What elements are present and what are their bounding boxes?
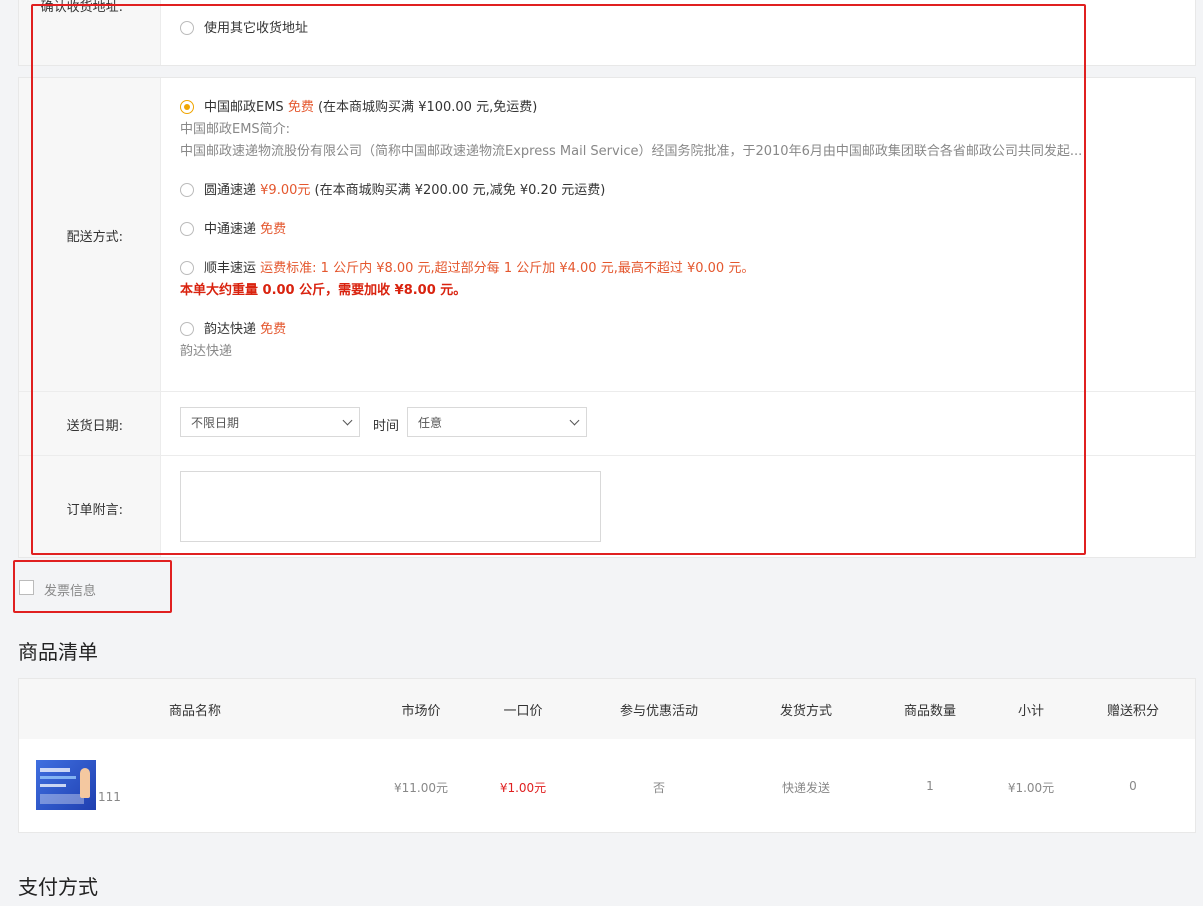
- points-cell: 0: [1129, 779, 1137, 793]
- price-cell: ¥1.00元: [499, 781, 547, 795]
- quantity-cell: 1: [926, 779, 934, 793]
- market-price-cell: ¥11.00元: [394, 781, 448, 795]
- header-price: 一口价: [503, 704, 543, 719]
- highlight-box-shipping: [31, 4, 1086, 555]
- product-name[interactable]: 111: [98, 790, 121, 804]
- header-market-price: 市场价: [401, 704, 441, 719]
- header-quantity: 商品数量: [903, 704, 957, 719]
- header-points: 赠送积分: [1106, 704, 1160, 719]
- header-subtotal: 小计: [1017, 704, 1045, 719]
- product-list-title: 商品清单: [18, 640, 98, 664]
- header-product-name: 商品名称: [168, 704, 222, 719]
- invoice-checkbox[interactable]: [19, 580, 34, 595]
- shipping-cell: 快递发送: [781, 781, 831, 795]
- invoice-label[interactable]: 发票信息: [44, 580, 96, 599]
- header-shipping: 发货方式: [779, 704, 833, 719]
- subtotal-cell: ¥1.00元: [1007, 781, 1055, 795]
- payment-title: 支付方式: [18, 875, 98, 899]
- header-promotion: 参与优惠活动: [619, 704, 699, 719]
- promotion-cell: 否: [652, 781, 666, 795]
- product-thumbnail[interactable]: [36, 760, 96, 810]
